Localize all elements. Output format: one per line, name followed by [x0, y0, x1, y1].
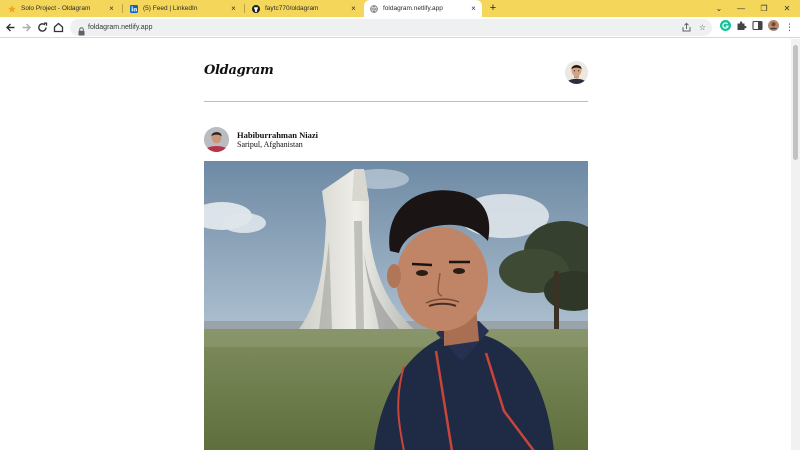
globe-icon — [370, 4, 378, 13]
post-author-name[interactable]: Habiburrahman Niazi — [237, 130, 318, 140]
url-text[interactable]: foldagram.netlify.app — [88, 19, 152, 36]
scrollbar-thumb[interactable] — [793, 45, 798, 160]
site-header: Oldagram — [204, 39, 588, 102]
close-icon[interactable]: × — [229, 4, 238, 13]
restore-icon[interactable]: ❐ — [753, 0, 775, 17]
tab-divider — [122, 4, 123, 13]
profile-avatar-icon[interactable] — [766, 20, 781, 35]
selfie-with-tower-image — [204, 161, 588, 450]
site-logo[interactable]: Oldagram — [204, 63, 274, 78]
post-photo[interactable] — [204, 161, 588, 450]
tab-divider — [244, 4, 245, 13]
side-panel-icon[interactable] — [750, 20, 765, 35]
bookmark-star-icon[interactable]: ☆ — [696, 21, 709, 34]
extensions-puzzle-icon[interactable] — [734, 20, 749, 35]
minimize-icon[interactable]: — — [730, 0, 752, 17]
tab-linkedin[interactable]: (5) Feed | LinkedIn × — [124, 0, 242, 17]
post-header: Habiburrahman Niazi Saripul, Afghanistan — [204, 127, 588, 161]
tab-foldagram[interactable]: foldagram.netlify.app × — [364, 0, 482, 17]
tab-title: foldagram.netlify.app — [383, 5, 443, 12]
user-avatar[interactable] — [565, 61, 588, 84]
more-menu-icon[interactable]: ⋮ — [782, 20, 797, 35]
back-arrow-icon[interactable] — [3, 20, 18, 35]
github-icon — [252, 4, 260, 13]
address-bar[interactable]: foldagram.netlify.app ☆ — [70, 19, 712, 36]
grammarly-icon[interactable] — [718, 20, 733, 35]
post-location: Saripul, Afghanistan — [237, 140, 303, 149]
tab-search-chevron-icon[interactable]: ⌄ — [708, 0, 730, 17]
page-viewport: Oldagram Habiburrahman Niazi Saripul, Af… — [0, 39, 791, 450]
lock-icon[interactable] — [78, 23, 86, 36]
star-icon — [8, 4, 16, 13]
home-icon[interactable] — [51, 20, 66, 35]
post-card: Habiburrahman Niazi Saripul, Afghanistan — [204, 127, 588, 450]
tab-oldagram-project[interactable]: Solo Project - Oldagram × — [2, 0, 120, 17]
close-icon[interactable]: × — [349, 4, 358, 13]
close-icon[interactable]: × — [469, 4, 478, 13]
linkedin-icon — [130, 4, 138, 13]
page-scrollbar[interactable] — [791, 39, 800, 450]
reload-icon[interactable] — [35, 20, 50, 35]
tab-strip: Solo Project - Oldagram × (5) Feed | Lin… — [0, 0, 800, 17]
close-window-icon[interactable]: ✕ — [776, 0, 798, 17]
new-tab-button[interactable]: + — [487, 0, 499, 17]
tab-title: (5) Feed | LinkedIn — [143, 5, 198, 12]
share-icon[interactable] — [680, 21, 693, 34]
tab-github[interactable]: faytc770/oldagram × — [246, 0, 362, 17]
close-icon[interactable]: × — [107, 4, 116, 13]
post-author-avatar[interactable] — [204, 127, 229, 152]
browser-toolbar: foldagram.netlify.app ☆ ⋮ — [0, 17, 800, 38]
tab-title: Solo Project - Oldagram — [21, 5, 91, 12]
forward-arrow-icon[interactable] — [19, 20, 34, 35]
tab-title: faytc770/oldagram — [265, 5, 319, 12]
